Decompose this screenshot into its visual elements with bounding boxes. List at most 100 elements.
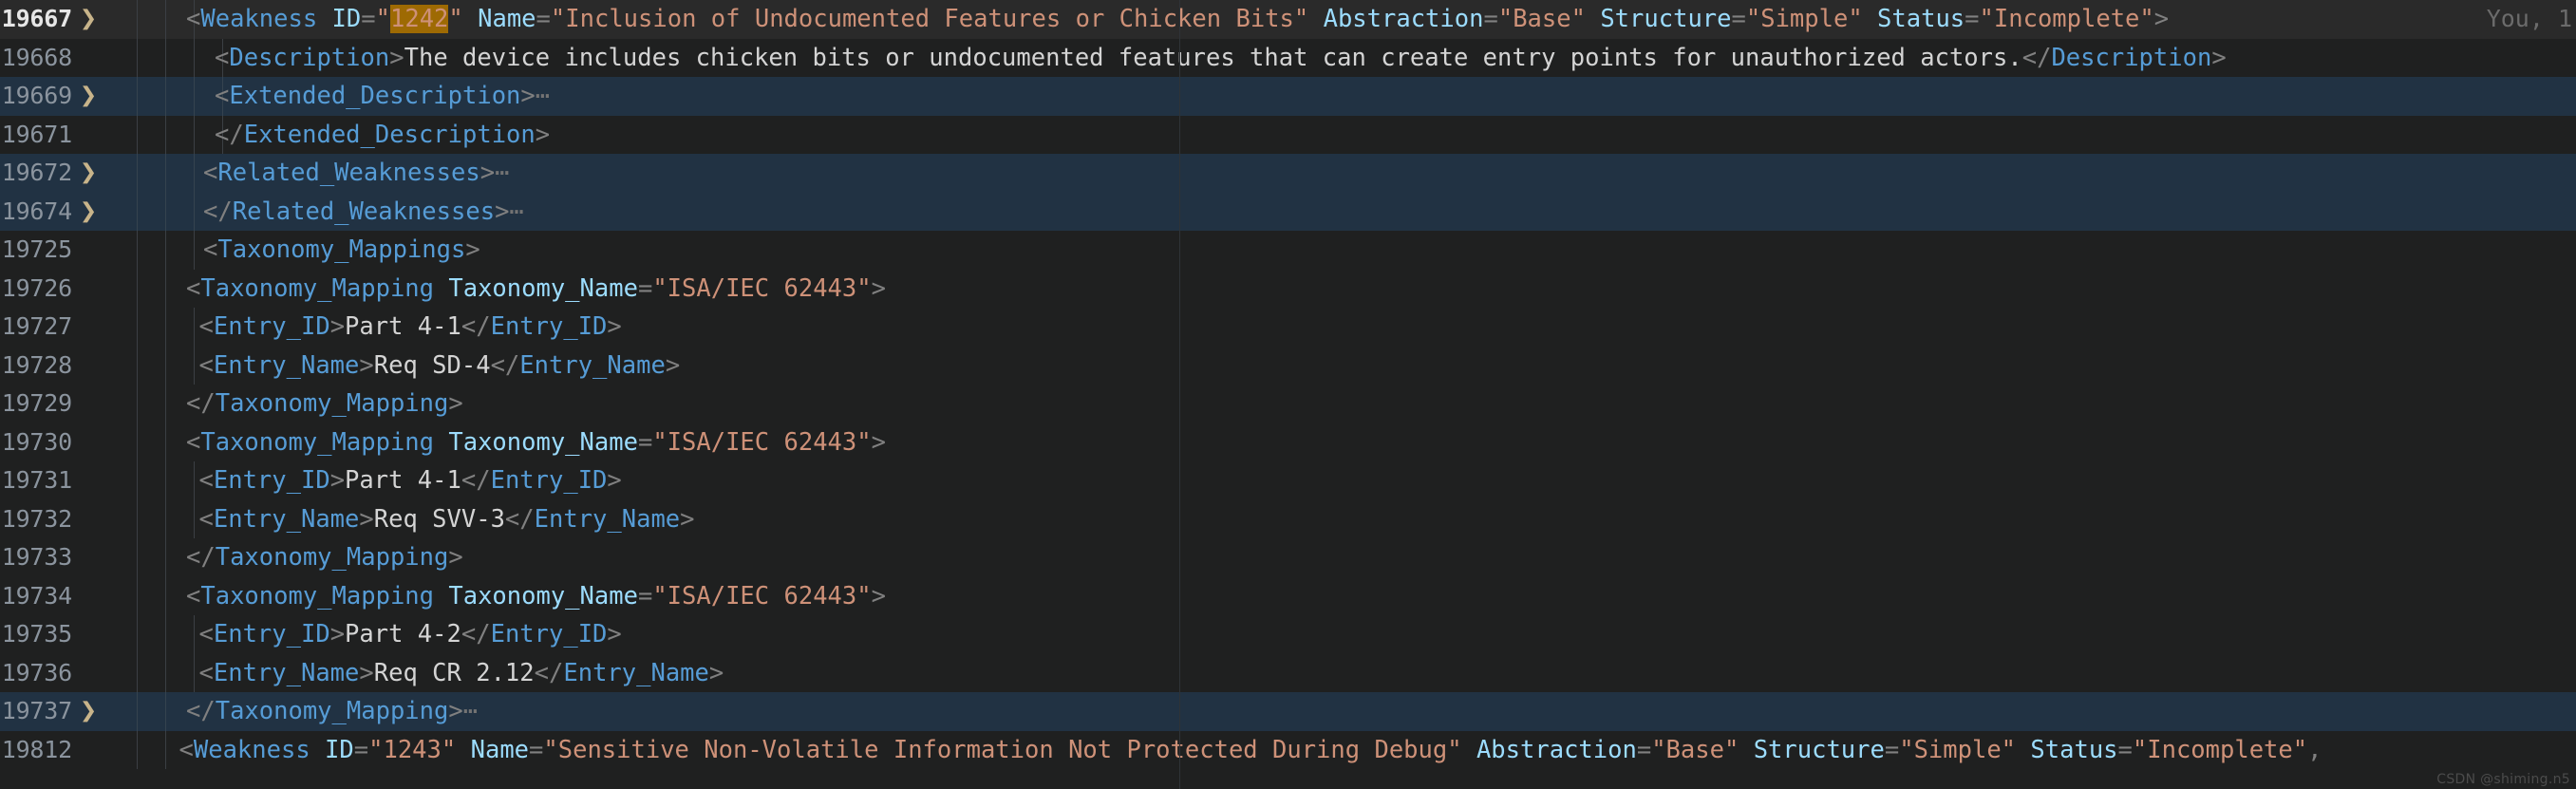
xml-attribute-value: "Incomplete" <box>1979 5 2154 33</box>
code-line[interactable]: 19727 <Entry_ID>Part 4-1</Entry_ID> <box>0 308 2576 347</box>
xml-tag-name: Taxonomy_Mapping <box>200 427 434 457</box>
xml-tag-name: Related_Weaknesses <box>217 159 480 187</box>
code-content[interactable]: <Weakness ID="1242" Name="Inclusion of U… <box>129 0 2576 39</box>
xml-punctuation <box>434 428 448 457</box>
line-number: 19672 <box>1 159 72 186</box>
code-content[interactable]: <Entry_ID>Part 4-1</Entry_ID> <box>129 308 2576 347</box>
code-line[interactable]: 19731 <Entry_ID>Part 4-1</Entry_ID> <box>0 461 2576 500</box>
code-line[interactable]: 19737 ❯ </Taxonomy_Mapping>⋯ <box>0 692 2576 731</box>
xml-punctuation: < <box>198 658 214 687</box>
xml-punctuation <box>463 5 478 33</box>
xml-punctuation: </ <box>186 543 216 572</box>
code-content[interactable]: <Entry_Name>Req SD-4</Entry_Name> <box>129 346 2576 385</box>
xml-attribute-value: "Simple" <box>1745 5 1863 33</box>
code-tokens: <Weakness ID="1242" Name="Inclusion of U… <box>129 0 2169 39</box>
code-line[interactable]: 19729 </Taxonomy_Mapping> <box>0 385 2576 423</box>
chevron-right-icon[interactable]: ❯ <box>72 154 104 193</box>
xml-punctuation: = <box>637 581 653 611</box>
code-content[interactable]: </Extended_Description> <box>129 115 2576 154</box>
xml-punctuation: </ <box>2021 43 2052 72</box>
code-content[interactable]: <Entry_Name>Req CR 2.12</Entry_Name> <box>129 653 2576 692</box>
xml-punctuation: = <box>1731 5 1746 33</box>
folded-ellipsis-icon: ⋯ <box>535 82 551 110</box>
code-tokens: <Entry_ID>Part 4-1</Entry_ID> <box>129 308 622 347</box>
xml-punctuation: < <box>186 581 201 611</box>
chevron-right-icon[interactable]: ❯ <box>72 77 104 116</box>
code-line[interactable]: 19736 <Entry_Name>Req CR 2.12</Entry_Name… <box>0 653 2576 692</box>
xml-tag-name: Entry_ID <box>213 466 330 495</box>
code-line[interactable]: 19725 <Taxonomy_Mappings> <box>0 231 2576 270</box>
chevron-right-icon[interactable]: ❯ <box>72 193 104 232</box>
code-line[interactable]: 19669 ❯ <Extended_Description>⋯ <box>0 77 2576 116</box>
xml-attribute-value: "Simple" <box>1899 735 2017 764</box>
xml-attribute-name: Status <box>2030 735 2118 764</box>
xml-attribute-name: Taxonomy_Name <box>448 427 638 457</box>
code-line[interactable]: 19812 <Weakness ID="1243" Name="Sensitive… <box>0 730 2576 769</box>
code-line[interactable]: 19735 <Entry_ID>Part 4-2</Entry_ID> <box>0 615 2576 654</box>
code-line[interactable]: 19672 ❯ <Related_Weaknesses>⋯ <box>0 154 2576 193</box>
code-tokens: <Entry_Name>Req SD-4</Entry_Name> <box>129 347 681 385</box>
xml-tag-name: Taxonomy_Mapping <box>215 543 449 572</box>
watermark: CSDN @shiming.n5 <box>2436 772 2570 787</box>
code-content[interactable]: <Entry_ID>Part 4-1</Entry_ID> <box>129 461 2576 500</box>
xml-punctuation: > <box>708 658 724 687</box>
chevron-right-icon[interactable]: ❯ <box>72 692 104 731</box>
line-number: 19730 <box>1 427 72 456</box>
code-line[interactable]: 19671 </Extended_Description> <box>0 115 2576 154</box>
code-tokens: <Entry_ID>Part 4-1</Entry_ID> <box>129 461 622 500</box>
code-content[interactable]: <Taxonomy_Mapping Taxonomy_Name="ISA/IEC… <box>129 423 2576 461</box>
code-content[interactable]: <Entry_ID>Part 4-2</Entry_ID> <box>129 615 2576 654</box>
xml-tag-name: Entry_Name <box>563 658 709 687</box>
code-line[interactable]: 19667 ❯ <Weakness ID="1242" Name="Inclusio… <box>0 0 2576 39</box>
line-number: 19668 <box>1 43 72 71</box>
xml-attribute-value: "Sensitive Non-Volatile Information Not … <box>543 735 1462 764</box>
xml-punctuation: < <box>198 312 214 341</box>
xml-tag-name: Weakness <box>193 735 310 764</box>
xml-punctuation: > <box>665 350 681 380</box>
code-line[interactable]: 19728 <Entry_Name>Req SD-4</Entry_Name> <box>0 346 2576 385</box>
code-content[interactable]: <Taxonomy_Mapping Taxonomy_Name="ISA/IEC… <box>129 576 2576 615</box>
code-line[interactable]: 19726 <Taxonomy_Mapping Taxonomy_Name="IS… <box>0 269 2576 308</box>
code-line[interactable]: 19674 ❯ </Related_Weaknesses>⋯ <box>0 192 2576 232</box>
code-content[interactable]: <Entry_Name>Req SVV-3</Entry_Name> <box>129 499 2576 538</box>
folded-ellipsis-icon: ⋯ <box>462 697 479 725</box>
xml-punctuation <box>1462 736 1476 764</box>
line-number: 19674 <box>1 197 72 225</box>
code-line[interactable]: 19733 </Taxonomy_Mapping> <box>0 538 2576 577</box>
xml-punctuation: < <box>203 235 218 264</box>
editor-lines[interactable]: 19667 ❯ <Weakness ID="1242" Name="Inclusio… <box>0 0 2576 769</box>
code-tokens: </Taxonomy_Mapping> <box>129 538 463 577</box>
code-content[interactable]: <Taxonomy_Mapping Taxonomy_Name="ISA/IEC… <box>129 269 2576 308</box>
xml-punctuation <box>456 736 470 764</box>
code-content[interactable]: </Taxonomy_Mapping>⋯ <box>129 692 2576 731</box>
xml-attribute-value: "Incomplete" <box>2132 735 2308 764</box>
code-content[interactable]: <Extended_Description>⋯ <box>129 77 2576 116</box>
code-editor[interactable]: 19667 ❯ <Weakness ID="1242" Name="Inclusio… <box>0 0 2576 789</box>
xml-punctuation <box>1308 5 1323 33</box>
code-line[interactable]: 19668 <Description>The device includes ch… <box>0 38 2576 77</box>
xml-tag-name: Entry_ID <box>490 312 608 341</box>
code-content[interactable]: <Description>The device includes chicken… <box>129 38 2576 77</box>
line-number: 19732 <box>1 504 72 533</box>
code-content[interactable]: <Related_Weaknesses>⋯ <box>129 154 2576 193</box>
xml-punctuation <box>2016 736 2030 764</box>
xml-punctuation: < <box>203 159 218 187</box>
xml-attribute-value: "1243" <box>368 735 457 764</box>
xml-attribute-value: "Inclusion of Undocumented Features or C… <box>550 5 1309 33</box>
line-number: 19671 <box>1 120 72 148</box>
xml-punctuation: </ <box>504 504 535 534</box>
code-tokens: </Taxonomy_Mapping>⋯ <box>129 692 478 731</box>
code-line[interactable]: 19732 <Entry_Name>Req SVV-3</Entry_Name> <box>0 499 2576 538</box>
xml-tag-name: Description <box>2051 43 2212 72</box>
xml-punctuation: > <box>448 697 463 725</box>
chevron-right-icon[interactable]: ❯ <box>72 0 104 39</box>
code-content[interactable]: </Taxonomy_Mapping> <box>129 538 2576 577</box>
git-blame-annotation[interactable]: You, 1 <box>2487 0 2576 39</box>
code-line[interactable]: 19730 <Taxonomy_Mapping Taxonomy_Name="IS… <box>0 423 2576 461</box>
code-line[interactable]: 19734 <Taxonomy_Mapping Taxonomy_Name="IS… <box>0 576 2576 615</box>
code-content[interactable]: <Weakness ID="1243" Name="Sensitive Non-… <box>129 730 2576 769</box>
code-content[interactable]: </Taxonomy_Mapping> <box>129 385 2576 423</box>
code-content[interactable]: <Taxonomy_Mappings> <box>129 231 2576 270</box>
code-content[interactable]: </Related_Weaknesses>⋯ <box>129 192 2576 231</box>
xml-punctuation: < <box>198 504 214 534</box>
